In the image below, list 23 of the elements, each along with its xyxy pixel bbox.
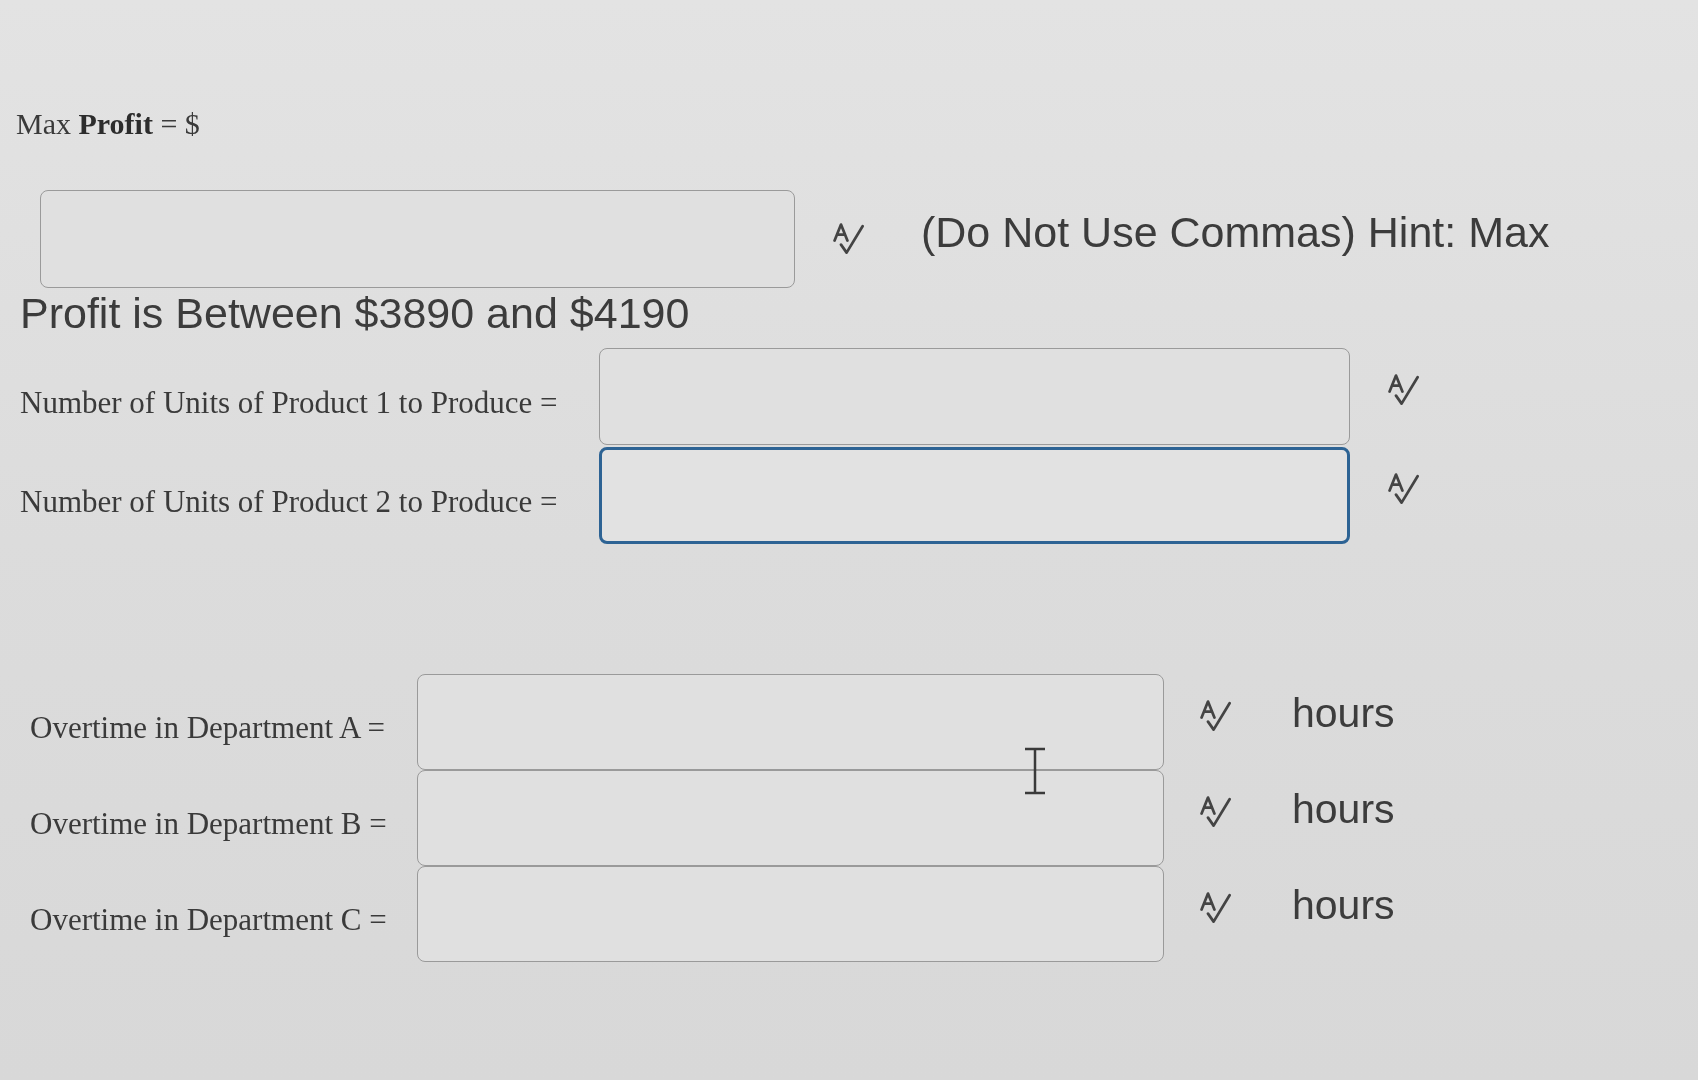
question-label: Overtime in Department A = bbox=[30, 709, 385, 747]
question-label: Overtime in Department B = bbox=[30, 805, 387, 843]
answer-field[interactable] bbox=[417, 769, 1164, 866]
hint-text: Profit is Between $3890 and $4190 bbox=[20, 288, 690, 339]
question-label: Number of Units of Product 2 to Produce = bbox=[20, 482, 558, 520]
answer-field[interactable] bbox=[417, 673, 1164, 770]
question-label: Overtime in Department C = bbox=[30, 901, 387, 939]
unit-label: hours bbox=[1292, 785, 1395, 834]
hint-text: (Do Not Use Commas) Hint: Max bbox=[921, 207, 1550, 259]
answer-field[interactable] bbox=[40, 190, 795, 288]
question-label: Number of Units of Product 1 to Produce = bbox=[20, 383, 558, 421]
spellcheck-icon bbox=[1200, 891, 1232, 924]
spellcheck-icon bbox=[833, 223, 865, 255]
answer-field[interactable] bbox=[417, 865, 1164, 962]
unit-label: hours bbox=[1292, 689, 1395, 738]
spellcheck-icon bbox=[1388, 473, 1420, 506]
spellcheck-icon bbox=[1388, 374, 1420, 407]
answer-field[interactable] bbox=[599, 347, 1350, 445]
spellcheck-icon bbox=[1200, 699, 1232, 732]
unit-label: hours bbox=[1292, 881, 1395, 930]
max-profit-label: Max Profit = $ bbox=[16, 106, 200, 142]
answer-field[interactable] bbox=[599, 446, 1350, 544]
spellcheck-icon bbox=[1200, 795, 1232, 828]
